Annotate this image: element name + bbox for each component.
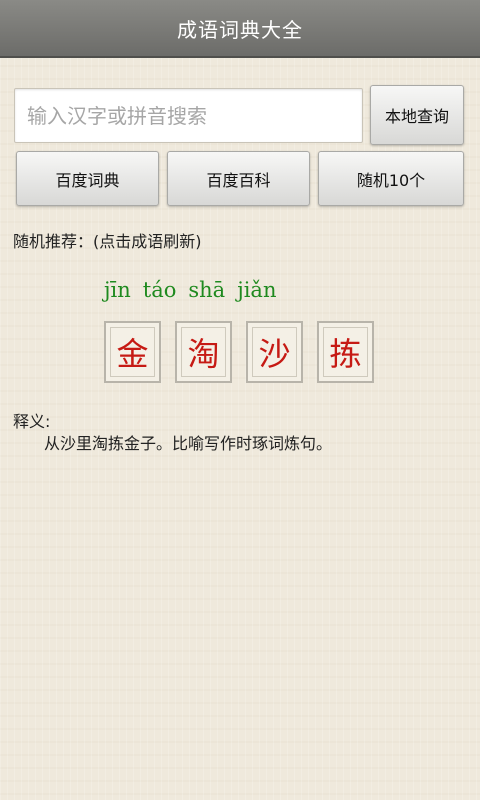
idiom-char-box[interactable]: 拣 xyxy=(317,321,374,383)
pinyin-syllable: táo xyxy=(142,278,177,302)
app-title: 成语词典大全 xyxy=(177,17,303,42)
idiom-char-box[interactable]: 金 xyxy=(104,321,161,383)
idiom-char-box[interactable]: 沙 xyxy=(246,321,303,383)
idiom-char-box[interactable]: 淘 xyxy=(175,321,232,383)
pinyin-row: jīn táo shā jiǎn xyxy=(104,278,288,308)
idiom-char: 拣 xyxy=(323,327,368,377)
idiom-char: 沙 xyxy=(252,327,297,377)
local-search-button-label: 本地查询 xyxy=(384,107,449,126)
random-recommend-label: 随机推荐：(点击成语刷新) xyxy=(13,232,202,251)
title-bar: 成语词典大全 xyxy=(0,0,480,58)
baidu-dictionary-button[interactable]: 百度词典 xyxy=(16,151,159,206)
local-search-button[interactable]: 本地查询 xyxy=(370,85,464,145)
random-ten-button-label: 随机10个 xyxy=(356,170,426,190)
random-ten-button[interactable]: 随机10个 xyxy=(318,151,464,206)
pinyin-syllable: shā xyxy=(188,278,226,302)
pinyin-syllable: jīn xyxy=(104,278,131,302)
baidu-baike-button[interactable]: 百度百科 xyxy=(167,151,310,206)
baidu-baike-button-label: 百度百科 xyxy=(206,170,271,190)
meaning-label: 释义: xyxy=(13,412,51,431)
idiom-char: 淘 xyxy=(181,327,226,377)
meaning-text: 从沙里淘拣金子。比喻写作时琢词炼句。 xyxy=(44,434,333,453)
search-input[interactable] xyxy=(14,88,363,143)
pinyin-syllable: jiǎn xyxy=(237,278,277,302)
baidu-dictionary-button-label: 百度词典 xyxy=(55,170,120,190)
idiom-row[interactable]: 金 淘 沙 拣 xyxy=(104,321,374,383)
idiom-char: 金 xyxy=(110,327,155,377)
